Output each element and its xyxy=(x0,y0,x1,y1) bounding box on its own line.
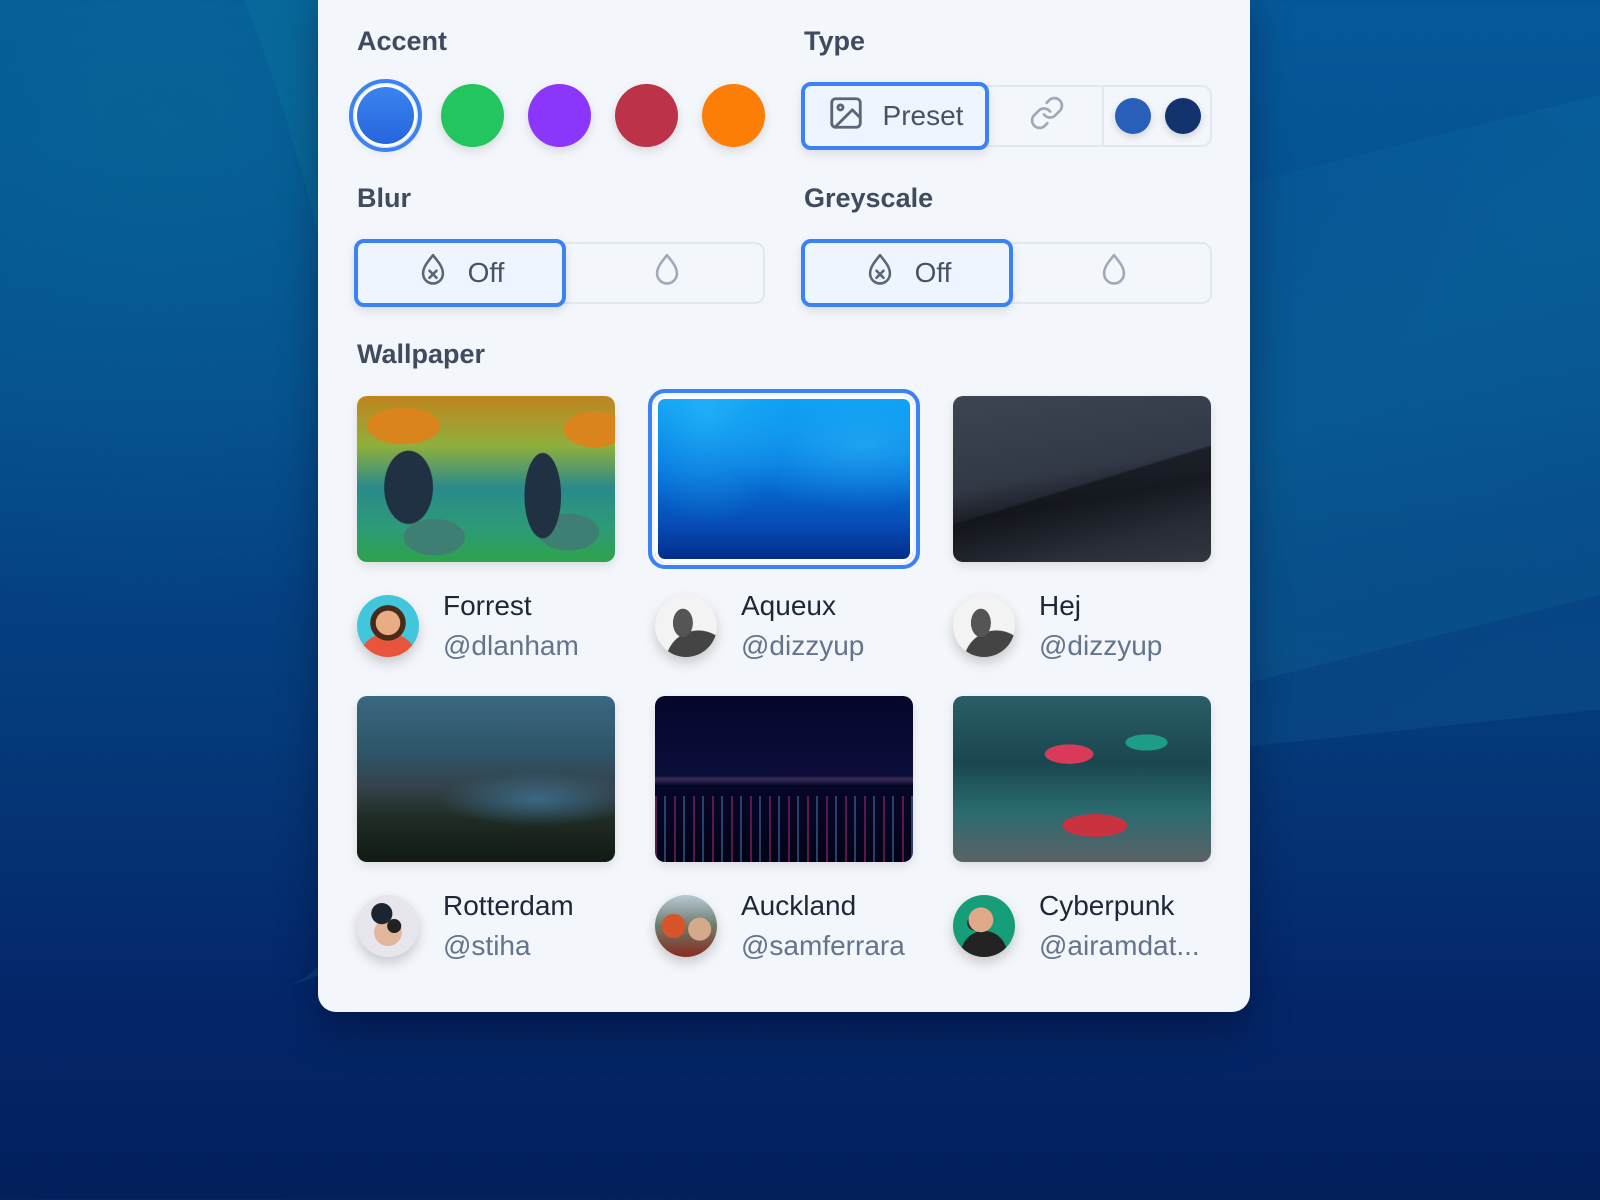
accent-swatches xyxy=(349,79,765,152)
avatar xyxy=(357,595,419,657)
avatar xyxy=(953,895,1015,957)
avatar xyxy=(357,895,419,957)
wallpaper-title: Cyberpunk xyxy=(1039,890,1175,921)
accent-swatch-blue[interactable] xyxy=(349,79,422,152)
wallpaper-title: Hej xyxy=(1039,590,1082,621)
wallpaper-credit-aqueux: Aqueux @dizzyup xyxy=(655,586,864,666)
droplet-off-icon xyxy=(416,251,450,296)
greyscale-off-label: Off xyxy=(914,257,952,288)
avatar xyxy=(953,595,1015,657)
image-icon xyxy=(827,94,865,139)
gradient-color-end xyxy=(1165,98,1201,134)
link-icon xyxy=(1029,95,1065,138)
droplet-icon xyxy=(650,251,684,296)
author-handle[interactable]: @airamdat... xyxy=(1039,926,1200,966)
wallpaper-title: Rotterdam xyxy=(443,890,574,921)
wallpaper-title: Aqueux xyxy=(741,590,836,621)
droplet-off-icon xyxy=(863,251,897,296)
author-handle[interactable]: @dlanham xyxy=(443,626,579,666)
blur-segmented-control: Off xyxy=(354,239,765,307)
author-handle[interactable]: @dizzyup xyxy=(741,626,864,666)
blur-off-button[interactable]: Off xyxy=(354,239,566,307)
wallpaper-thumbnail-hej[interactable] xyxy=(953,396,1211,562)
type-gradient-button[interactable] xyxy=(1104,87,1212,145)
wallpaper-title: Forrest xyxy=(443,590,532,621)
wallpaper-thumbnail-aqueux[interactable] xyxy=(648,389,920,569)
wallpaper-credit-forrest: Forrest @dlanham xyxy=(357,586,579,666)
wallpaper-credit-rotterdam: Rotterdam @stiha xyxy=(357,886,574,966)
greyscale-segmented-control: Off xyxy=(801,239,1212,307)
avatar xyxy=(655,595,717,657)
accent-label: Accent xyxy=(357,26,448,56)
wallpaper-title: Auckland xyxy=(741,890,857,921)
blur-off-label: Off xyxy=(467,257,505,288)
wallpaper-thumbnail-forrest[interactable] xyxy=(357,396,615,562)
accent-swatch-purple[interactable] xyxy=(528,84,591,147)
droplet-icon xyxy=(1097,251,1131,296)
author-handle[interactable]: @stiha xyxy=(443,926,574,966)
avatar xyxy=(655,895,717,957)
accent-swatch-orange[interactable] xyxy=(702,84,765,147)
appearance-settings-panel: Accent Type Preset Blur Off Greyscale Of… xyxy=(318,0,1250,1012)
greyscale-off-button[interactable]: Off xyxy=(801,239,1013,307)
wallpaper-thumbnail-auckland[interactable] xyxy=(655,696,913,862)
wallpaper-label: Wallpaper xyxy=(357,339,486,369)
wallpaper-credit-auckland: Auckland @samferrara xyxy=(655,886,905,966)
accent-swatch-red[interactable] xyxy=(615,84,678,147)
type-url-button[interactable] xyxy=(992,87,1102,145)
wallpaper-credit-hej: Hej @dizzyup xyxy=(953,586,1162,666)
blur-label: Blur xyxy=(357,183,411,213)
wallpaper-credit-cyberpunk: Cyberpunk @airamdat... xyxy=(953,886,1200,966)
wallpaper-thumbnail-cyberpunk[interactable] xyxy=(953,696,1211,862)
gradient-color-start xyxy=(1115,98,1151,134)
blur-on-button[interactable] xyxy=(569,244,765,302)
author-handle[interactable]: @samferrara xyxy=(741,926,905,966)
type-preset-button[interactable]: Preset xyxy=(801,82,989,150)
accent-swatch-green[interactable] xyxy=(441,84,504,147)
type-preset-label: Preset xyxy=(882,100,964,131)
greyscale-on-button[interactable] xyxy=(1016,244,1212,302)
greyscale-label: Greyscale xyxy=(804,183,934,213)
author-handle[interactable]: @dizzyup xyxy=(1039,626,1162,666)
type-label: Type xyxy=(804,26,866,56)
wallpaper-thumbnail-rotterdam[interactable] xyxy=(357,696,615,862)
type-segmented-control: Preset xyxy=(801,82,1212,150)
